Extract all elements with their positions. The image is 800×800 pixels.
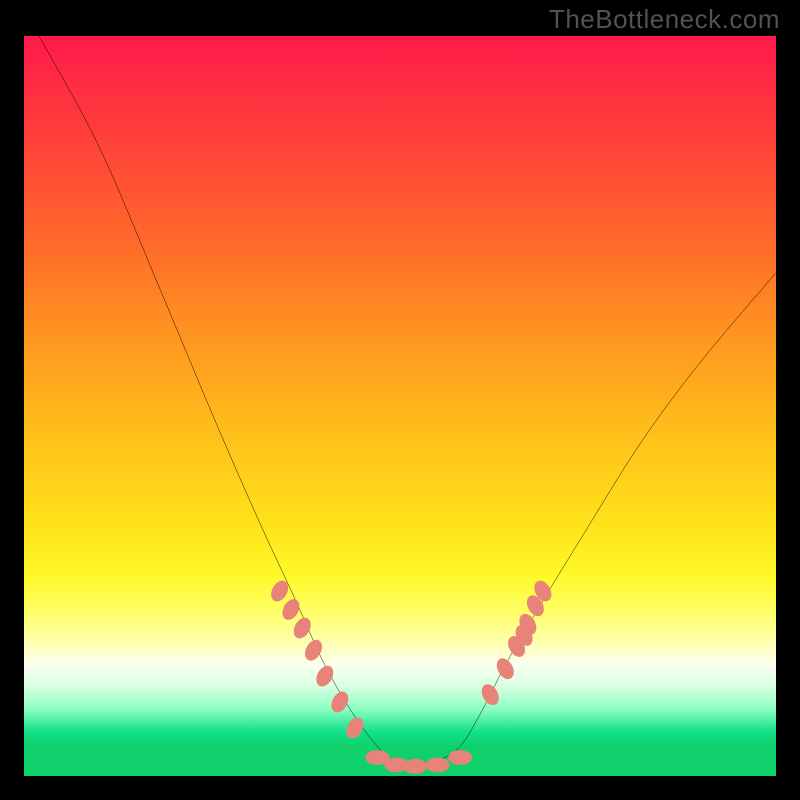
curve-marker — [448, 750, 472, 765]
curve-marker — [403, 759, 427, 774]
curve-marker — [478, 681, 502, 708]
curve-marker — [426, 758, 450, 773]
bottleneck-curve — [39, 36, 776, 770]
curve-marker — [313, 663, 337, 690]
curve-marker — [290, 615, 314, 642]
bottleneck-curve-svg — [24, 36, 776, 776]
watermark-text: TheBottleneck.com — [549, 4, 780, 35]
curve-markers — [268, 578, 555, 774]
curve-marker — [328, 689, 352, 716]
curve-marker — [279, 596, 303, 623]
plot-area — [20, 32, 780, 780]
curve-marker — [493, 655, 517, 682]
curve-marker — [343, 715, 367, 742]
chart-frame: TheBottleneck.com — [0, 0, 800, 800]
curve-marker — [268, 578, 292, 605]
